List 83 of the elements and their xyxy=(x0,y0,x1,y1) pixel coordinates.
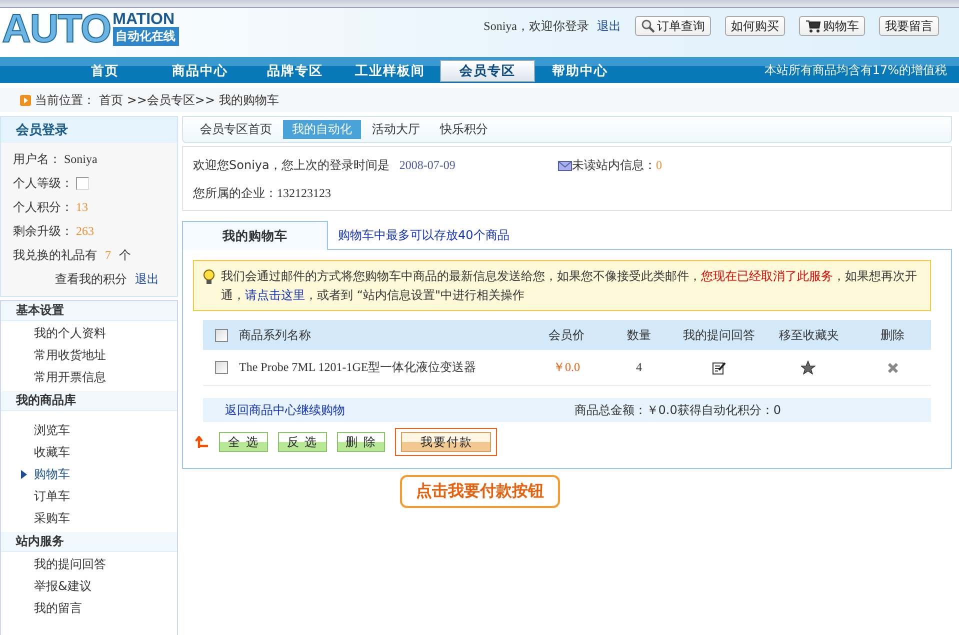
pointer-icon xyxy=(21,470,27,478)
menu-item[interactable]: 采购车 xyxy=(34,510,70,526)
delete-icon[interactable] xyxy=(886,362,898,374)
sub-tab[interactable]: 会员专区首页 xyxy=(191,120,281,139)
field-label: 个人积分： xyxy=(13,199,73,216)
star-icon[interactable] xyxy=(801,360,817,376)
column-header: 删除 xyxy=(880,326,906,344)
section-title: 基本设置 xyxy=(1,301,177,321)
nav-tab[interactable]: 品牌专区 xyxy=(250,60,340,82)
field-value: 13 xyxy=(76,200,88,215)
menu-item[interactable]: 常用收货地址 xyxy=(34,346,106,364)
quantity: 4 xyxy=(635,360,643,375)
level-box xyxy=(76,177,89,190)
company-value: 132123123 xyxy=(277,186,331,201)
gift-label: 我兑换的礼品有 xyxy=(13,247,97,264)
column-header: 商品系列名称 xyxy=(239,326,312,344)
header-button[interactable]: 如何购买 xyxy=(725,16,785,36)
cart-limit-link[interactable]: 购物车中最多可以存放40个商品 xyxy=(338,226,510,244)
panel-title: 会员登录 xyxy=(1,117,177,143)
unread-count: 0 xyxy=(656,158,662,173)
lightbulb-icon xyxy=(203,269,215,285)
greeting-text: Soniya，欢迎你登录 xyxy=(484,18,589,34)
menu-item[interactable]: 我的提问回答 xyxy=(34,556,106,572)
login-date: 2008-07-09 xyxy=(399,158,456,173)
company-label: 您所属的企业： xyxy=(193,185,277,202)
edit-icon[interactable] xyxy=(712,360,726,374)
column-header: 移至收藏夹 xyxy=(778,326,840,344)
gift-unit: 个 xyxy=(119,247,131,264)
header-button[interactable]: 订单查询 xyxy=(635,16,711,36)
total-text: 商品总金额：￥0.0获得自动化积分：0 xyxy=(574,402,781,418)
menu-item[interactable]: 购物车 xyxy=(34,466,70,482)
callout-label: 点击我要付款按钮 xyxy=(400,475,560,508)
field-label: 个人等级： xyxy=(13,175,73,192)
nav-tab[interactable]: 商品中心 xyxy=(150,60,250,82)
sub-tab[interactable]: 快乐积分 xyxy=(431,120,497,139)
field-value: 263 xyxy=(76,224,94,239)
action-button[interactable]: 反 选 xyxy=(278,432,327,452)
tax-notice: 本站所有商品均含有17%的增值税 xyxy=(764,62,947,78)
cart-icon xyxy=(805,19,821,33)
header-button[interactable]: 购物车 xyxy=(799,16,865,36)
field-value: Soniya xyxy=(64,152,98,167)
logout-link[interactable]: 退出 xyxy=(597,18,621,34)
menu-item[interactable]: 举报&建议 xyxy=(34,578,92,594)
action-button[interactable]: 删 除 xyxy=(336,432,386,452)
sub-tab[interactable]: 活动大厅 xyxy=(363,120,429,139)
field-label: 用户名： xyxy=(13,151,61,168)
unread-label: 未读站内信息： xyxy=(572,157,656,174)
section-title: 站内服务 xyxy=(1,532,177,552)
menu-item[interactable]: 我的个人资料 xyxy=(34,324,106,342)
column-header: 数量 xyxy=(626,326,652,344)
up-arrow-icon xyxy=(195,436,209,448)
action-button[interactable]: 全 选 xyxy=(219,432,268,452)
section-title: 我的商品库 xyxy=(1,391,177,411)
menu-item[interactable]: 收藏车 xyxy=(34,444,70,460)
menu-item[interactable]: 常用开票信息 xyxy=(34,368,106,386)
menu-item[interactable]: 订单车 xyxy=(34,488,70,504)
nav-tab[interactable]: 首页 xyxy=(60,60,150,82)
nav-tab[interactable]: 帮助中心 xyxy=(535,60,625,82)
checkbox[interactable] xyxy=(214,328,228,342)
breadcrumb-label: 当前位置： xyxy=(35,92,95,108)
menu-item[interactable]: 浏览车 xyxy=(34,422,70,438)
envelope-icon xyxy=(558,160,572,170)
field-label: 剩余升级： xyxy=(13,223,73,240)
panel-link[interactable]: 退出 xyxy=(135,271,159,288)
action-button[interactable]: 我要付款 xyxy=(401,432,492,452)
product-name: The Probe 7ML 1201-1GE型一体化液位变送器 xyxy=(239,359,478,376)
cart-tab[interactable]: 我的购物车 xyxy=(182,221,328,250)
breadcrumb-path: 首页 >>会员专区>> 我的购物车 xyxy=(99,92,279,108)
link[interactable]: 请点击这里 xyxy=(245,288,305,302)
header-button[interactable]: 我要留言 xyxy=(879,16,939,36)
notice-text: 我们会通过邮件的方式将您购物车中商品的最新信息发送给您，如果您不像接受此类邮件，您现在已经取消了此服务，如果想再次开通，请点击这里，或者到 “站内信息设置"中进行相关操作 xyxy=(221,268,918,304)
gift-count: 7 xyxy=(104,248,112,263)
search-icon xyxy=(641,19,655,33)
back-link[interactable]: 返回商品中心继续购物 xyxy=(225,402,345,418)
column-header: 会员价 xyxy=(548,326,586,344)
nav-tab[interactable]: 工业样板间 xyxy=(340,60,440,82)
checkbox[interactable] xyxy=(214,361,228,374)
menu-item[interactable]: 我的留言 xyxy=(34,600,82,616)
price: ￥0.0 xyxy=(552,359,581,376)
panel-link[interactable]: 查看我的积分 xyxy=(55,271,127,288)
welcome-text: 欢迎您Soniya，您上次的登录时间是 xyxy=(193,157,390,174)
nav-tab[interactable]: 会员专区 xyxy=(440,60,535,82)
column-header: 我的提问回答 xyxy=(682,326,756,344)
